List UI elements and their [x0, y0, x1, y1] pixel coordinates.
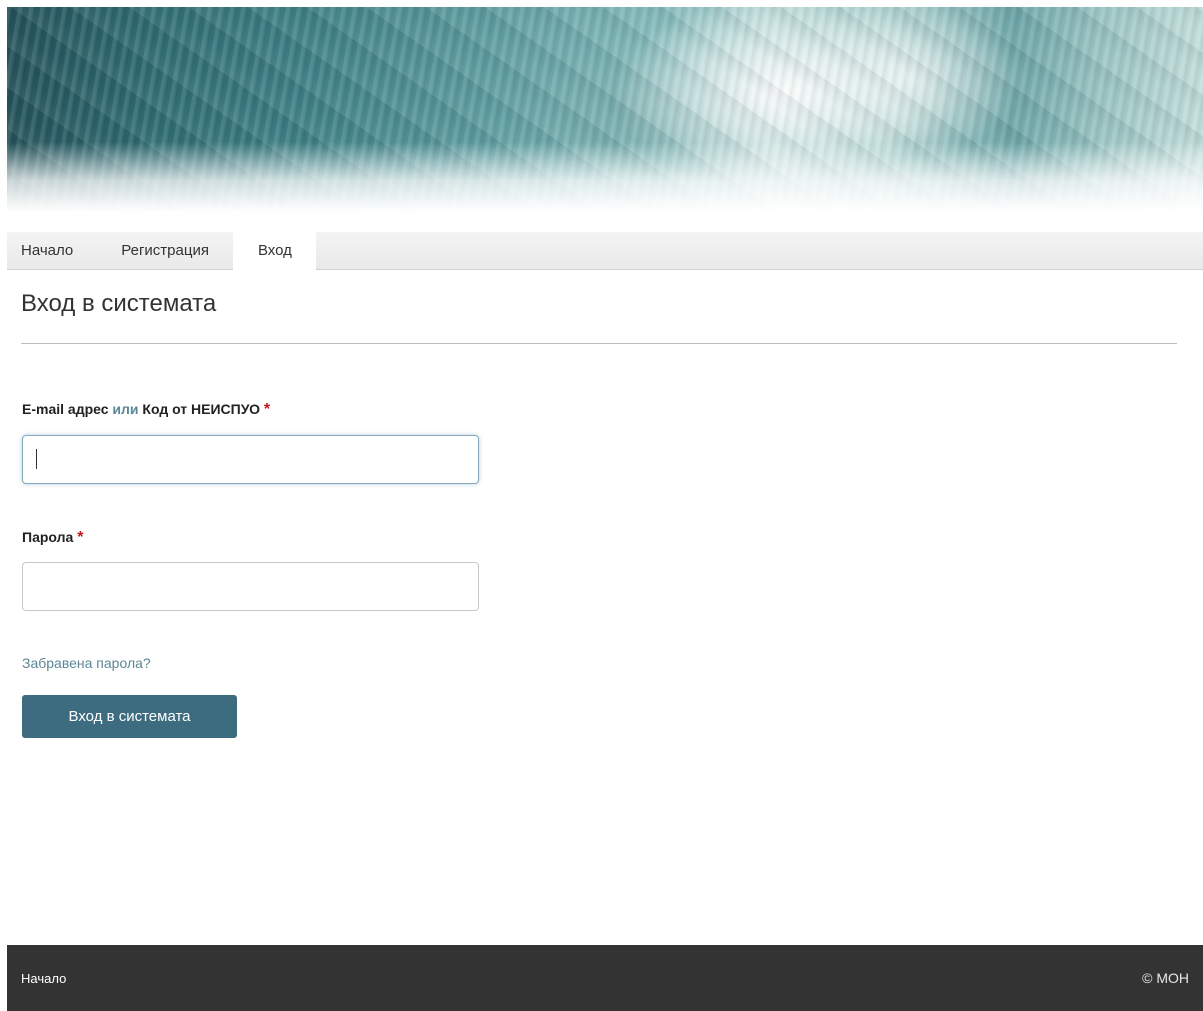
password-label-text: Парола	[22, 529, 74, 545]
forgot-password-link[interactable]: Забравена парола?	[22, 655, 151, 671]
page-title: Вход в системата	[21, 290, 217, 317]
login-submit-button[interactable]: Вход в системата	[22, 695, 237, 738]
login-label-or: или	[112, 401, 139, 417]
required-mark: *	[263, 401, 271, 418]
text-cursor	[36, 449, 37, 469]
footer-link-home[interactable]: Начало	[21, 971, 66, 986]
login-field-label: E-mail адрес или Код от НЕИСПУО *	[22, 401, 270, 419]
main-nav: Начало Регистрация Вход	[7, 232, 1203, 270]
password-input[interactable]	[22, 562, 479, 611]
nav-item-registration[interactable]: Регистрация	[97, 232, 233, 269]
nav-item-login[interactable]: Вход	[232, 232, 316, 270]
title-divider	[21, 343, 1177, 344]
header-banner-image	[7, 7, 1203, 212]
login-input[interactable]	[22, 435, 479, 484]
nav-item-home[interactable]: Начало	[7, 232, 97, 269]
login-label-code: Код от НЕИСПУО	[142, 401, 260, 417]
footer-copyright: © МОН	[1142, 970, 1189, 986]
footer: Начало © МОН	[7, 945, 1203, 1011]
required-mark: *	[77, 529, 84, 546]
password-field-label: Парола *	[22, 529, 83, 547]
login-label-email: E-mail адрес	[22, 401, 109, 417]
